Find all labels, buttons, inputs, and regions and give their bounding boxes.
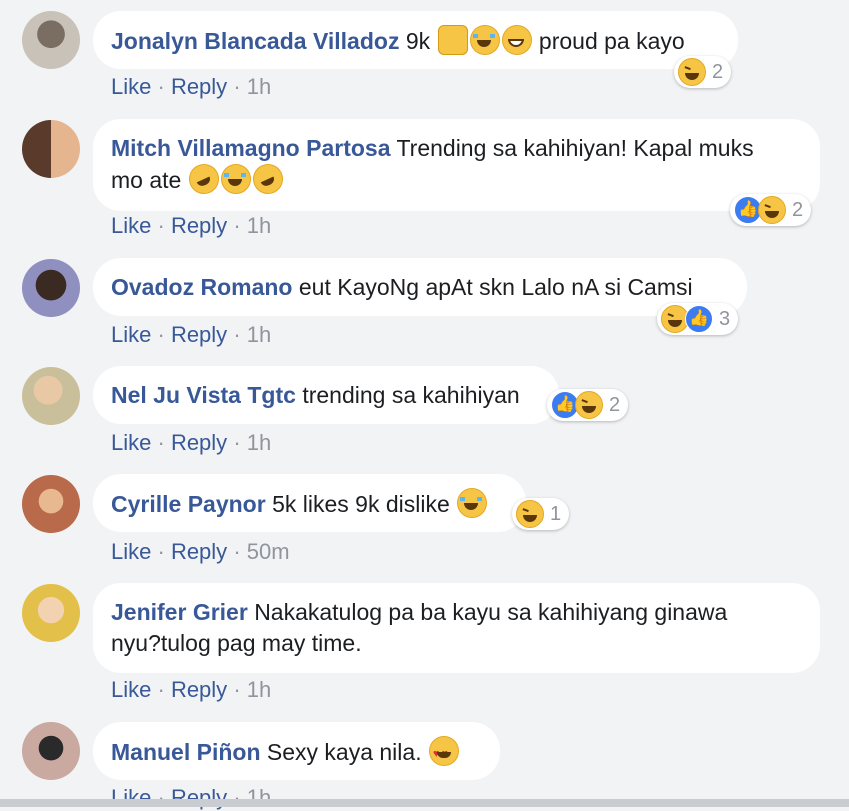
joy-emoji-icon: [469, 25, 500, 55]
separator: ·: [233, 677, 241, 702]
comment-author[interactable]: Nel Ju Vista Tgtc: [111, 382, 296, 408]
reply-link[interactable]: Reply: [171, 213, 227, 238]
comment-actions: Like · Reply · 1h: [111, 213, 271, 239]
like-link[interactable]: Like: [111, 430, 151, 455]
reaction-summary[interactable]: 👍 3: [657, 303, 739, 335]
rofl-emoji-icon: [247, 159, 288, 199]
haha-reaction-icon: [575, 391, 603, 419]
avatar[interactable]: [22, 584, 80, 642]
comment-text: Nakakatulog pa ba kayu sa kahihiyang gin…: [254, 599, 728, 625]
comment-actions: Like · Reply · 1h: [111, 430, 271, 456]
separator: ·: [233, 74, 241, 99]
comment-author[interactable]: Ovadoz Romano: [111, 274, 292, 300]
like-link[interactable]: Like: [111, 322, 151, 347]
reaction-count: 2: [792, 198, 804, 221]
dislike-emoji-icon: [437, 25, 468, 55]
comment-author[interactable]: Cyrille Paynor: [111, 491, 266, 517]
comment-author[interactable]: Jonalyn Blancada Villadoz: [111, 28, 399, 54]
haha-reaction-icon: [516, 500, 544, 528]
comment-bubble: Ovadoz Romano eut KayoNg apAt skn Lalo n…: [93, 258, 747, 316]
haha-reaction-icon: [758, 196, 786, 224]
comment-author[interactable]: Mitch Villamagno Partosa: [111, 135, 390, 161]
timestamp[interactable]: 1h: [247, 677, 271, 702]
reaction-summary[interactable]: 👍 2: [547, 389, 629, 421]
haha-reaction-icon: [678, 58, 706, 86]
horizontal-scrollbar[interactable]: [0, 799, 849, 807]
rofl-emoji-icon: [183, 159, 224, 199]
comment-bubble: Nel Ju Vista Tgtc trending sa kahihiyan: [93, 366, 559, 424]
avatar[interactable]: [22, 475, 80, 533]
comment-text-continued: nyu?tulog pag may time.: [111, 630, 362, 656]
joy-emoji-icon: [220, 164, 251, 194]
avatar[interactable]: [22, 259, 80, 317]
like-link[interactable]: Like: [111, 74, 151, 99]
timestamp[interactable]: 1h: [247, 430, 271, 455]
timestamp[interactable]: 1h: [247, 322, 271, 347]
comment-bubble: Jonalyn Blancada Villadoz 9k proud pa ka…: [93, 11, 738, 69]
comment-author[interactable]: Manuel Piñon: [111, 739, 261, 765]
separator: ·: [157, 539, 165, 564]
like-link[interactable]: Like: [111, 539, 151, 564]
separator: ·: [157, 213, 165, 238]
reply-link[interactable]: Reply: [171, 74, 227, 99]
separator: ·: [157, 322, 165, 347]
comment-text-continued: mo ate: [111, 167, 182, 193]
reaction-summary[interactable]: 2: [674, 56, 732, 88]
avatar[interactable]: [22, 120, 80, 178]
reaction-count: 3: [719, 307, 731, 330]
comment-actions: Like · Reply · 1h: [111, 785, 271, 811]
reaction-count: 2: [609, 393, 621, 416]
avatar[interactable]: [22, 367, 80, 425]
separator: ·: [233, 322, 241, 347]
timestamp[interactable]: 1h: [247, 74, 271, 99]
like-link[interactable]: Like: [111, 677, 151, 702]
comment-text: eut KayoNg apAt skn Lalo nA si Camsi: [298, 274, 693, 300]
reply-link[interactable]: Reply: [171, 677, 227, 702]
grin-emoji-icon: [501, 25, 532, 55]
separator: ·: [233, 539, 241, 564]
timestamp[interactable]: 1h: [247, 213, 271, 238]
comment-text-continued: proud pa kayo: [538, 28, 685, 54]
timestamp[interactable]: 50m: [247, 539, 290, 564]
comment-bubble: Jenifer Grier Nakakatulog pa ba kayu sa …: [93, 583, 820, 673]
separator: ·: [157, 677, 165, 702]
avatar[interactable]: [22, 11, 80, 69]
comment-actions: Like · Reply · 1h: [111, 677, 271, 703]
reply-link[interactable]: Reply: [171, 539, 227, 564]
separator: ·: [157, 74, 165, 99]
comment-actions: Like · Reply · 1h: [111, 322, 271, 348]
comment-text: Sexy kaya nila.: [266, 739, 422, 765]
comment-text: Trending sa kahihiyan! Kapal muks: [396, 135, 754, 161]
comment-text: 5k likes 9k dislike: [272, 491, 450, 517]
comment-actions: Like · Reply · 1h: [111, 74, 271, 100]
joy-emoji-icon: [457, 488, 488, 518]
comment-text: 9k: [405, 28, 431, 54]
reply-link[interactable]: Reply: [171, 322, 227, 347]
comment-author[interactable]: Jenifer Grier: [111, 599, 248, 625]
heart-eyes-emoji-icon: [428, 736, 459, 770]
comment-text: trending sa kahihiyan: [302, 382, 520, 408]
comment-bubble: Mitch Villamagno Partosa Trending sa kah…: [93, 119, 820, 211]
like-reaction-icon: 👍: [685, 305, 713, 333]
avatar[interactable]: [22, 722, 80, 780]
comment-bubble: Cyrille Paynor 5k likes 9k dislike: [93, 474, 526, 532]
like-link[interactable]: Like: [111, 213, 151, 238]
reaction-summary[interactable]: 👍 2: [730, 194, 812, 226]
reaction-count: 2: [712, 60, 724, 83]
comment-bubble: Manuel Piñon Sexy kaya nila.: [93, 722, 500, 780]
separator: ·: [157, 430, 165, 455]
reaction-count: 1: [550, 502, 562, 525]
separator: ·: [233, 430, 241, 455]
reaction-summary[interactable]: 1: [512, 498, 570, 530]
comment-actions: Like · Reply · 50m: [111, 539, 290, 565]
separator: ·: [233, 213, 241, 238]
reply-link[interactable]: Reply: [171, 430, 227, 455]
